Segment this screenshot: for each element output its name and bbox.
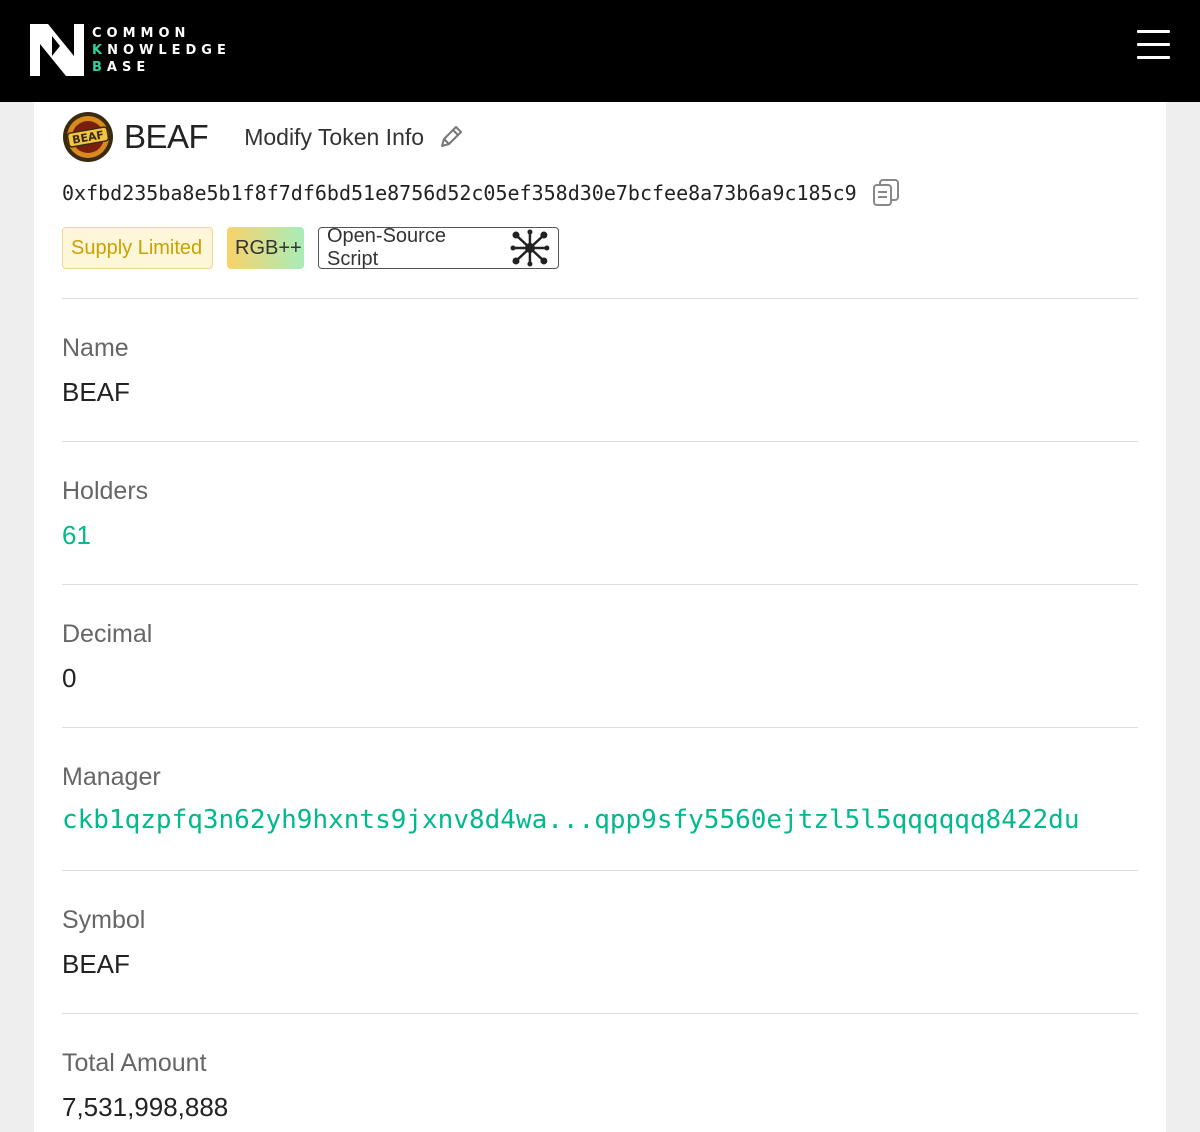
logo-line-base: ASE	[106, 59, 151, 75]
open-source-script-label: Open-Source Script	[327, 225, 446, 270]
divider	[62, 441, 1138, 442]
network-graph-icon	[510, 229, 550, 267]
divider	[62, 584, 1138, 585]
hamburger-icon-bar-2	[1137, 43, 1170, 46]
field-value-symbol: BEAF	[62, 949, 130, 979]
modify-token-info-button[interactable]: Modify Token Info	[244, 122, 466, 152]
logo-line-knowledge: NOWLEDGE	[107, 42, 231, 58]
holders-count-link[interactable]: 61	[62, 520, 91, 551]
field-label-manager: Manager	[62, 763, 161, 791]
supply-limited-tag: Supply Limited	[62, 227, 213, 269]
logo-accent-b: B	[92, 59, 107, 75]
divider	[62, 727, 1138, 728]
pencil-icon	[441, 126, 463, 147]
token-header: BEAF BEAF Modify Token Info	[62, 108, 466, 166]
logo-line-common: COMMON	[92, 25, 191, 41]
field-label-name: Name	[62, 334, 129, 362]
field-label-symbol: Symbol	[62, 906, 146, 934]
rgbpp-tag: RGB++	[227, 227, 304, 269]
ckb-logo[interactable]: COMMON KNOWLEDGE BASE	[30, 24, 231, 76]
ckb-logo-mark-icon	[30, 24, 84, 76]
top-navigation-bar: COMMON KNOWLEDGE BASE	[0, 0, 1200, 102]
divider	[62, 870, 1138, 871]
modify-token-info-label: Modify Token Info	[244, 123, 425, 150]
token-tags: Supply Limited RGB++ Open-Source Script	[62, 225, 573, 270]
token-symbol-title: BEAF	[124, 118, 209, 155]
copy-icon[interactable]	[871, 178, 901, 208]
field-value-name: BEAF	[62, 377, 130, 407]
hamburger-icon-bar-3	[1137, 56, 1170, 59]
divider	[62, 298, 1138, 299]
hamburger-menu-button[interactable]	[1137, 30, 1170, 60]
hamburger-icon-bar-1	[1137, 30, 1170, 33]
divider	[62, 1013, 1138, 1014]
logo-accent-k: K	[92, 42, 108, 58]
field-label-total-amount: Total Amount	[62, 1049, 207, 1077]
open-source-script-tag[interactable]: Open-Source Script	[318, 225, 559, 270]
type-hash-value: 0xfbd235ba8e5b1f8f7df6bd51e8756d52c05ef3…	[62, 181, 857, 205]
field-value-total-amount: 7,531,998,888	[62, 1092, 229, 1122]
field-value-decimal: 0	[62, 663, 77, 693]
field-label-decimal: Decimal	[62, 620, 153, 648]
ckb-logo-text: COMMON KNOWLEDGE BASE	[92, 25, 231, 76]
manager-address-link[interactable]: ckb1qzpfq3n62yh9hxnts9jxnv8d4wa...qpp9sf…	[62, 805, 1079, 835]
field-label-holders: Holders	[62, 477, 149, 505]
beaf-token-logo-icon: BEAF	[63, 112, 113, 162]
type-hash-row: 0xfbd235ba8e5b1f8f7df6bd51e8756d52c05ef3…	[62, 178, 901, 208]
token-info-card: BEAF BEAF Modify Token Info 0xfbd235ba8e…	[34, 102, 1166, 1132]
